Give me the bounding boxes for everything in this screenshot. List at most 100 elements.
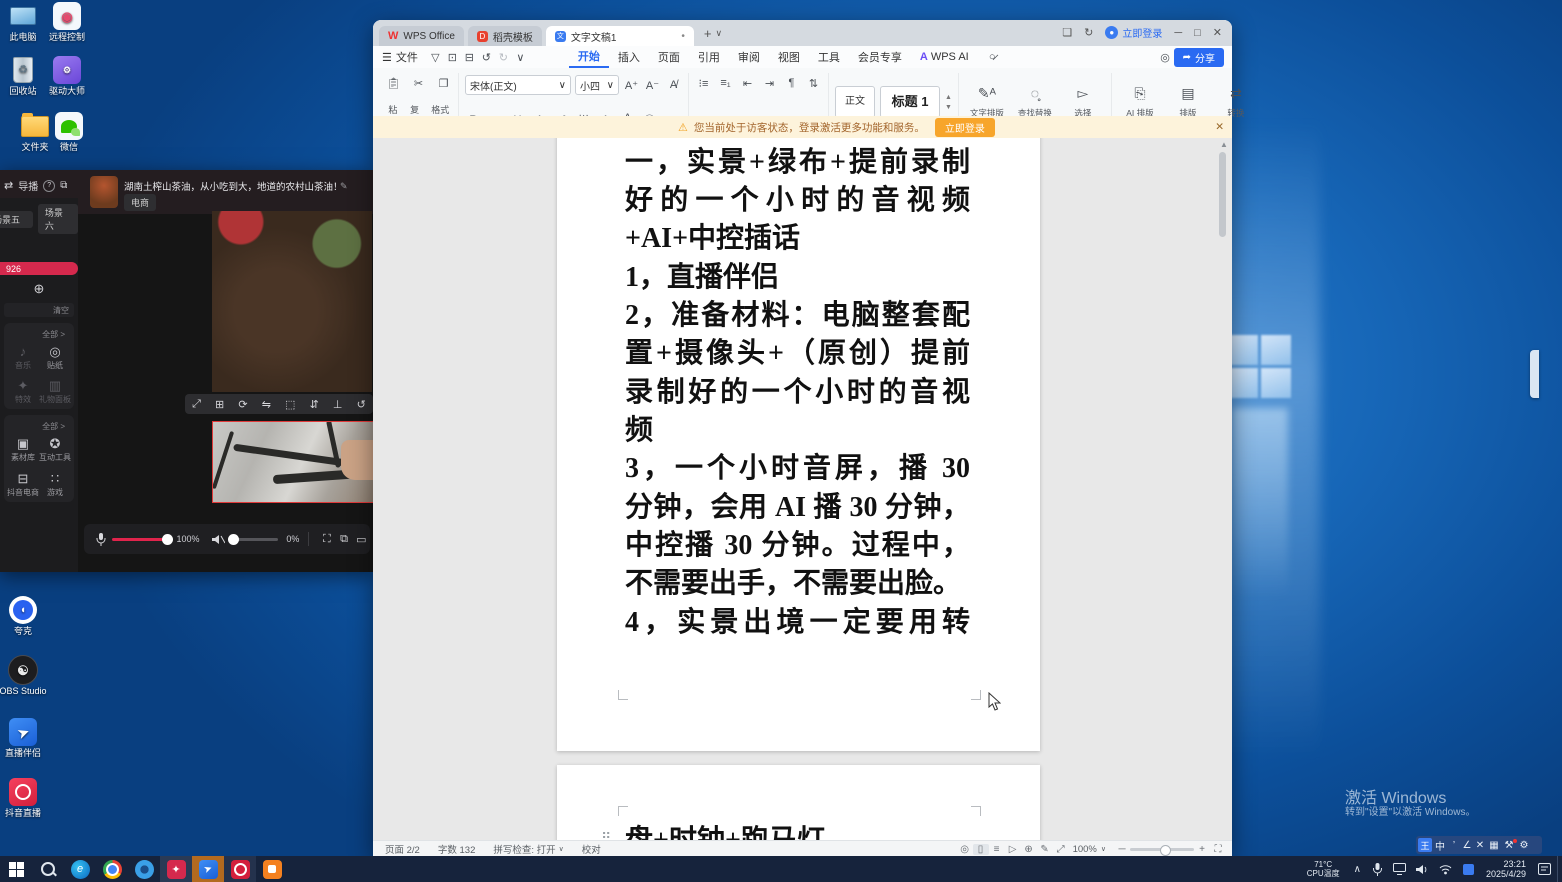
camera-icon[interactable]: ⛶ <box>318 533 335 546</box>
maximize-button[interactable]: □ <box>1194 27 1201 39</box>
numbering-icon[interactable]: ≡₁ <box>717 75 734 91</box>
cut-icon[interactable]: ✂ <box>410 75 427 91</box>
sort-icon[interactable]: ⇅ <box>805 75 822 91</box>
ime-shape-icon[interactable]: ∠ <box>1461 840 1473 851</box>
stream-thumbnail[interactable] <box>90 176 118 208</box>
ime-keyboard-icon[interactable]: ▦ <box>1487 840 1501 851</box>
ribbon-tab-page[interactable]: 页面 <box>649 49 689 65</box>
switch-icon[interactable]: ⇄ <box>4 179 13 192</box>
font-size-select[interactable]: 小四∨ <box>575 75 619 95</box>
record-video-icon[interactable]: ▭ <box>353 533 370 546</box>
cpu-temp-widget[interactable]: 71°CCPU温度 <box>1307 860 1340 878</box>
print-icon[interactable]: ⊡ <box>444 49 461 65</box>
ime-logo-icon[interactable]: 王 <box>1418 838 1432 852</box>
desktop-icon-douyin-live[interactable]: 抖音直播 <box>0 778 50 819</box>
zoom-in-icon[interactable]: + <box>1194 844 1210 855</box>
speaker-muted-icon[interactable] <box>208 534 230 545</box>
styles-up-icon[interactable]: ▲ <box>945 94 952 101</box>
grid-icon[interactable]: ⊞ <box>215 398 224 411</box>
quickbar-more-icon[interactable]: ∨ <box>512 49 529 65</box>
feature-music[interactable]: ♪音乐 <box>7 344 39 371</box>
taskbar-search-button[interactable] <box>32 856 64 882</box>
ime-close-icon[interactable]: ✕ <box>1474 840 1486 851</box>
tab-document-1[interactable]: 文 文字文稿1 • <box>546 26 694 46</box>
desktop-icon-quark[interactable]: ◖ 夸克 <box>0 596 50 637</box>
feature-ecommerce[interactable]: ⊟抖音电商 <box>7 471 39 498</box>
convert-tool[interactable]: ⇄转换 <box>1214 85 1258 119</box>
preview-video-top[interactable] <box>212 211 372 392</box>
desktop-icon-live-companion[interactable]: ➤ 直播伴侣 <box>0 718 50 759</box>
feature-interactive-tools[interactable]: ✪互动工具 <box>39 436 71 463</box>
save-icon[interactable]: ▽ <box>427 49 444 65</box>
paragraph-mark-icon[interactable]: ¶ <box>783 75 800 91</box>
desktop-icon-wechat[interactable]: 微信 <box>42 112 96 153</box>
director-label[interactable]: 导播 <box>18 178 38 193</box>
align-icon[interactable]: ⊥ <box>333 398 343 411</box>
ribbon-tab-reference[interactable]: 引用 <box>689 49 729 65</box>
desktop-icon-remote-control[interactable]: ◉ 远程控制 <box>40 2 94 43</box>
popout-icon[interactable]: ⧉ <box>60 180 67 191</box>
font-name-select[interactable]: 宋体(正文)∨ <box>465 75 571 95</box>
tray-mic-icon[interactable] <box>1372 863 1383 876</box>
tab-wps-home[interactable]: W WPS Office <box>379 26 464 46</box>
clock-widget[interactable]: 23:21 2025/4/29 <box>1486 859 1526 879</box>
record-button[interactable]: ⊕ <box>0 281 78 297</box>
feature-effects[interactable]: ✦特效 <box>7 378 39 405</box>
bullets-icon[interactable]: ⁝≡ <box>695 75 712 91</box>
new-tab-button[interactable]: + <box>704 26 712 41</box>
ribbon-eye-icon[interactable]: ◎ <box>1157 49 1174 65</box>
feature-sticker[interactable]: ◎贴纸 <box>39 344 71 371</box>
taskbar-live-companion-active[interactable]: ➤ <box>192 856 224 882</box>
sync-icon[interactable]: ↻ <box>1084 26 1093 39</box>
zoom-out-icon[interactable]: ─ <box>1114 844 1130 855</box>
reset-icon[interactable]: ↺ <box>357 398 366 411</box>
scene-tab-prev[interactable]: 场景五 <box>0 211 33 228</box>
live-counter-bar[interactable]: 926 <box>0 262 78 275</box>
style-normal[interactable]: 正文 <box>835 86 875 118</box>
styles-down-icon[interactable]: ▼ <box>945 104 952 111</box>
ribbon-tab-wps-ai[interactable]: AWPS AI <box>911 51 978 63</box>
edit-title-icon[interactable]: ✎ <box>340 181 348 192</box>
eye-protect-icon[interactable]: ◎ <box>957 844 973 855</box>
tab-list-button[interactable]: ∨ <box>715 28 722 39</box>
document-area[interactable]: 一，实景+绿布+提前录制 好的一个小时的音视频 +AI+中控插话 1，直播伴侣 … <box>373 138 1232 840</box>
notification-center-icon[interactable] <box>1538 863 1551 875</box>
ribbon-tab-insert[interactable]: 插入 <box>609 49 649 65</box>
notice-close-icon[interactable]: ✕ <box>1215 121 1224 133</box>
find-replace-tool[interactable]: ◌̥查找替换 <box>1013 85 1057 119</box>
zoom-slider[interactable] <box>1130 848 1194 851</box>
paragraph-drag-handle[interactable]: ⠿ <box>601 830 611 840</box>
ai-layout-tool[interactable]: ⎘AI 排版 <box>1118 85 1162 119</box>
ime-toolbox-icon[interactable]: ⚒ <box>1502 840 1516 851</box>
page-view-icon[interactable]: ▯ <box>973 844 989 855</box>
mic-icon[interactable] <box>90 533 112 546</box>
tray-speaker-icon[interactable] <box>1416 864 1429 875</box>
speaker-volume-slider[interactable] <box>230 538 278 541</box>
all-link-1[interactable]: 全部 > <box>7 327 71 340</box>
all-link-2[interactable]: 全部 > <box>7 419 71 432</box>
scene-tab-active[interactable]: 场景六 <box>38 204 78 234</box>
minimize-button[interactable]: ─ <box>1174 27 1182 39</box>
copy-icon[interactable]: ❐ <box>435 75 452 91</box>
feature-games[interactable]: ∷游戏 <box>39 471 71 498</box>
edit-mode-icon[interactable]: ✎ <box>1037 844 1053 855</box>
flip-vertical-icon[interactable]: ⇵ <box>310 398 319 411</box>
help-icon[interactable]: ? <box>43 180 55 192</box>
web-view-icon[interactable]: ⊕ <box>1021 844 1037 855</box>
mic-volume-slider[interactable] <box>112 538 162 541</box>
start-button[interactable] <box>0 856 32 882</box>
taskbar-orange-app[interactable] <box>256 856 288 882</box>
redo-icon[interactable]: ↻ <box>495 49 512 65</box>
read-mode-icon[interactable]: ▷ <box>1005 844 1021 855</box>
share-button[interactable]: ➦分享 <box>1174 48 1224 67</box>
tray-display-icon[interactable] <box>1393 863 1406 875</box>
clear-format-icon[interactable]: A̸ <box>665 77 682 93</box>
ribbon-tab-tools[interactable]: 工具 <box>809 49 849 65</box>
tray-network-icon[interactable] <box>1439 864 1452 875</box>
login-entry[interactable]: ● 立即登录 <box>1105 25 1162 40</box>
print-preview-icon[interactable]: ⊟ <box>461 49 478 65</box>
taskbar-chrome[interactable] <box>96 856 128 882</box>
close-button[interactable]: ✕ <box>1213 26 1222 39</box>
fullscreen-icon[interactable]: ⛶ <box>1210 844 1226 855</box>
scroll-up-icon[interactable]: ▲ <box>1220 140 1228 149</box>
